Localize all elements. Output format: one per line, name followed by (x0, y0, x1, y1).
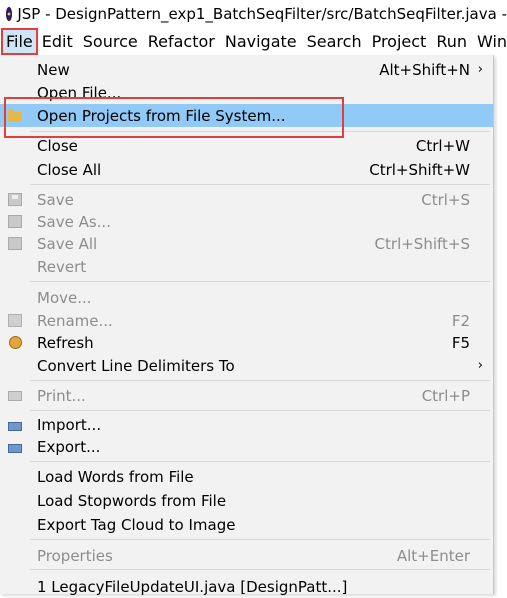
separator (30, 539, 490, 540)
menu-run[interactable]: Run (431, 28, 472, 55)
menu-item-import[interactable]: Import... (0, 413, 493, 436)
menu-item-convert-line-delimiters[interactable]: Convert Line Delimiters To › (0, 354, 493, 377)
menu-item-close[interactable]: Close Ctrl+W (0, 134, 493, 157)
menu-item-export[interactable]: Export... (0, 435, 493, 458)
menu-item-rename[interactable]: Rename... F2 (0, 309, 493, 332)
menu-project[interactable]: Project (367, 28, 432, 55)
menu-item-move[interactable]: Move... (0, 286, 493, 309)
refresh-icon (8, 336, 22, 349)
save-as-icon (8, 215, 22, 228)
import-icon (8, 421, 22, 431)
export-icon (8, 443, 22, 453)
menu-edit[interactable]: Edit (38, 28, 78, 55)
menu-item-load-words[interactable]: Load Words from File (0, 465, 493, 488)
separator (30, 281, 490, 282)
window-title-bar: JSP - DesignPattern_exp1_BatchSeqFilter/… (0, 0, 507, 28)
menu-item-save-as[interactable]: Save As... (0, 210, 493, 233)
separator (30, 380, 490, 381)
menu-item-export-tag-cloud[interactable]: Export Tag Cloud to Image (0, 513, 493, 536)
separator (30, 184, 490, 185)
menu-item-close-all[interactable]: Close All Ctrl+Shift+W (0, 158, 493, 181)
menu-item-save[interactable]: Save Ctrl+S (0, 188, 493, 211)
menu-refactor[interactable]: Refactor (143, 28, 220, 55)
printer-icon (8, 390, 22, 401)
save-all-icon (8, 237, 22, 250)
menu-source[interactable]: Source (78, 28, 143, 55)
window-title: JSP - DesignPattern_exp1_BatchSeqFilter/… (17, 5, 507, 23)
eclipse-app-icon (6, 7, 13, 21)
rename-icon (8, 314, 22, 327)
background-scrollbar (494, 55, 507, 594)
menu-window[interactable]: Win (472, 28, 507, 55)
submenu-arrow-icon: › (477, 358, 483, 373)
menu-item-revert[interactable]: Revert (0, 255, 493, 278)
submenu-arrow-icon: › (477, 62, 483, 77)
menu-item-open-file[interactable]: Open File... (0, 81, 493, 104)
menu-item-new[interactable]: New Alt+Shift+N › (0, 58, 493, 81)
menu-item-load-stopwords[interactable]: Load Stopwords from File (0, 489, 493, 512)
folder-icon (8, 108, 22, 122)
file-menu-dropdown: New Alt+Shift+N › Open File... Open Proj… (0, 55, 494, 596)
save-icon (8, 193, 22, 206)
menu-item-save-all[interactable]: Save All Ctrl+Shift+S (0, 232, 493, 255)
separator (30, 569, 490, 570)
menu-navigate[interactable]: Navigate (220, 28, 302, 55)
menu-item-open-projects[interactable]: Open Projects from File System... (0, 104, 493, 127)
menu-item-print[interactable]: Print... Ctrl+P (0, 384, 493, 407)
menu-item-refresh[interactable]: Refresh F5 (0, 331, 493, 354)
menu-item-properties[interactable]: Properties Alt+Enter (0, 544, 493, 567)
separator (30, 131, 490, 132)
menu-search[interactable]: Search (302, 28, 367, 55)
menu-file[interactable]: File (1, 28, 38, 55)
menu-bar: File Edit Source Refactor Navigate Searc… (0, 28, 507, 55)
separator (30, 461, 490, 462)
separator (30, 410, 490, 411)
menu-item-recent-file-1[interactable]: 1 LegacyFileUpdateUI.java [DesignPatt...… (0, 575, 493, 598)
